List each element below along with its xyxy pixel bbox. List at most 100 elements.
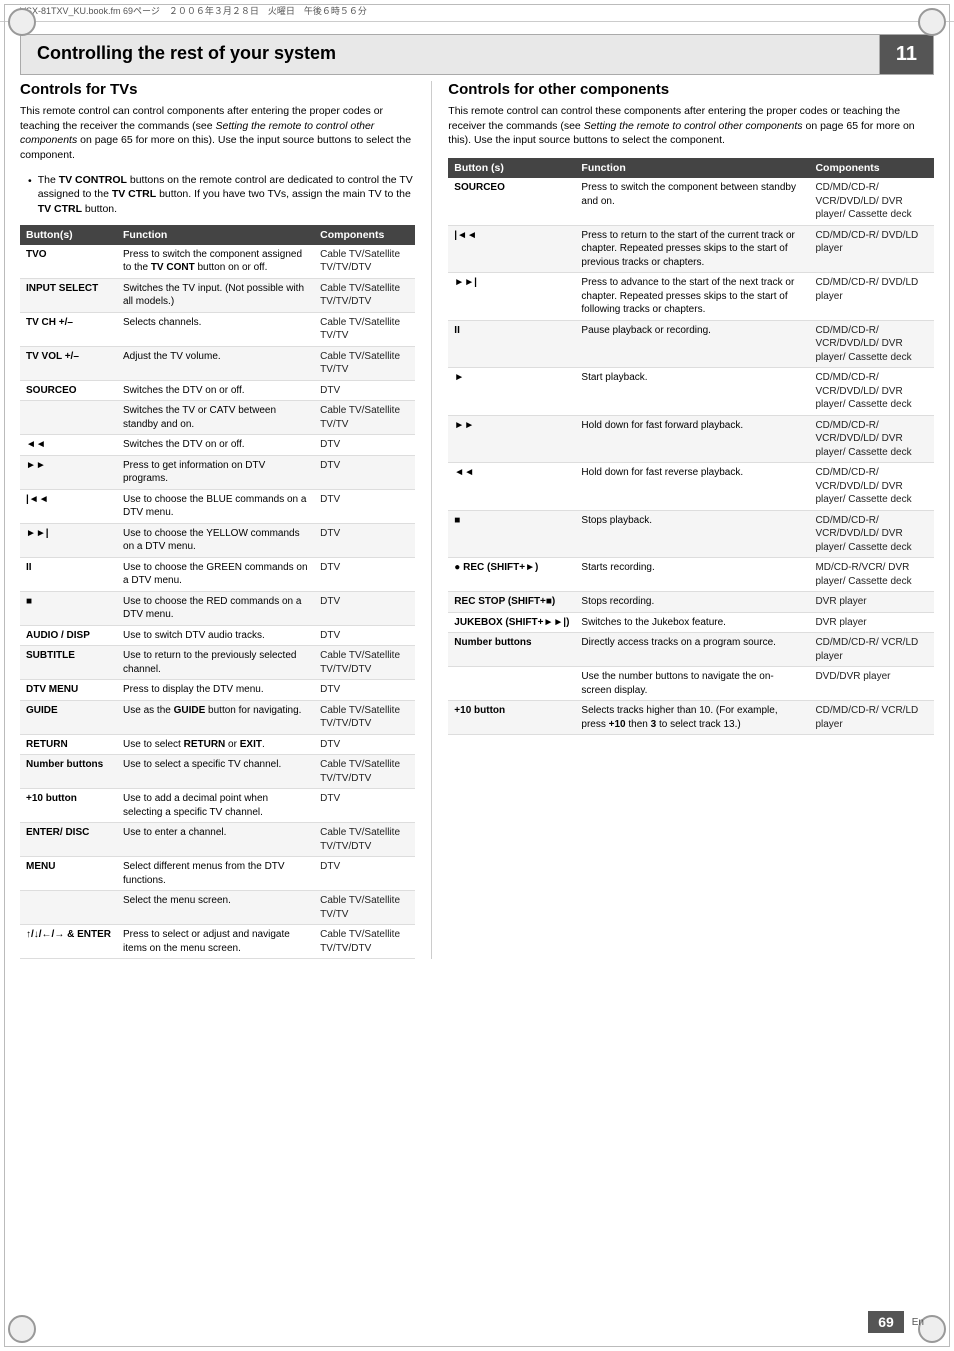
cell-function: Pause playback or recording.: [575, 320, 809, 368]
cell-function: Use to choose the RED commands on a DTV …: [117, 591, 314, 625]
cell-button: TVO: [20, 245, 117, 279]
cell-components: DVR player: [809, 612, 934, 633]
cell-components: DTV: [314, 489, 415, 523]
cell-button: SOURCEO: [20, 380, 117, 401]
table-row: TV VOL +/–Adjust the TV volume.Cable TV/…: [20, 346, 415, 380]
table-row: AUDIO / DISPUse to switch DTV audio trac…: [20, 625, 415, 646]
cell-button: [20, 891, 117, 925]
cell-components: CD/MD/CD-R/ VCR/DVD/LD/ DVR player/ Cass…: [809, 463, 934, 511]
table-row: TVOPress to switch the component assigne…: [20, 245, 415, 279]
cell-function: Stops recording.: [575, 592, 809, 613]
main-content: Controls for TVs This remote control can…: [0, 81, 954, 959]
cell-function: Press to select or adjust and navigate i…: [117, 925, 314, 959]
cell-button: |◄◄: [20, 489, 117, 523]
cell-components: Cable TV/Satellite TV/TV: [314, 891, 415, 925]
cell-components: DTV: [314, 734, 415, 755]
bullet-dot: •: [28, 174, 32, 217]
cell-button: ►►: [20, 455, 117, 489]
cell-function: Use to choose the GREEN commands on a DT…: [117, 557, 314, 591]
cell-components: DTV: [314, 557, 415, 591]
cell-button: ● REC (SHIFT+►): [448, 558, 575, 592]
col-header-function: Function: [117, 225, 314, 245]
cell-button: +10 button: [448, 701, 575, 735]
cell-function: Use to add a decimal point when selectin…: [117, 789, 314, 823]
cell-components: DTV: [314, 591, 415, 625]
col-header-components: Components: [809, 158, 934, 178]
cell-button: ►: [448, 368, 575, 416]
table-row: DTV MENUPress to display the DTV menu.DT…: [20, 680, 415, 701]
cell-function: Hold down for fast forward playback.: [575, 415, 809, 463]
cell-components: Cable TV/Satellite TV/TV/DTV: [314, 823, 415, 857]
left-section-description: This remote control can control componen…: [20, 104, 415, 163]
cell-function: Press to display the DTV menu.: [117, 680, 314, 701]
cell-function: Stops playback.: [575, 510, 809, 558]
table-row: ◄◄Switches the DTV on or off.DTV: [20, 435, 415, 456]
cell-function: Starts recording.: [575, 558, 809, 592]
cell-function: Use to select RETURN or EXIT.: [117, 734, 314, 755]
cell-components: Cable TV/Satellite TV/TV/DTV: [314, 646, 415, 680]
cell-components: DTV: [314, 523, 415, 557]
cell-components: DTV: [314, 455, 415, 489]
cell-button: +10 button: [20, 789, 117, 823]
col-header-function: Function: [575, 158, 809, 178]
table-row: INPUT SELECTSwitches the TV input. (Not …: [20, 278, 415, 312]
table-row: ◄◄Hold down for fast reverse playback.CD…: [448, 463, 934, 511]
cell-components: CD/MD/CD-R/ VCR/DVD/LD/ DVR player/ Cass…: [809, 415, 934, 463]
cell-function: Use to choose the YELLOW commands on a D…: [117, 523, 314, 557]
cell-function: Use to return to the previously selected…: [117, 646, 314, 680]
table-row: Number buttonsDirectly access tracks on …: [448, 633, 934, 667]
cell-components: CD/MD/CD-R/ DVD/LD player: [809, 225, 934, 273]
page-container: VSX-81TXV_KU.book.fm 69ページ ２００６年３月２８日 火曜…: [0, 0, 954, 1351]
cell-button: Number buttons: [448, 633, 575, 667]
cell-button: ◄◄: [20, 435, 117, 456]
col-header-button: Button(s): [20, 225, 117, 245]
table-row: SOURCEOPress to switch the component bet…: [448, 178, 934, 225]
cell-function: Press to switch the component assigned t…: [117, 245, 314, 279]
cell-components: CD/MD/CD-R/ VCR/LD player: [809, 701, 934, 735]
col-header-components: Components: [314, 225, 415, 245]
cell-button: INPUT SELECT: [20, 278, 117, 312]
table-row: SOURCEOSwitches the DTV on or off.DTV: [20, 380, 415, 401]
cell-components: Cable TV/Satellite TV/TV/DTV: [314, 700, 415, 734]
page-number-header: 11: [880, 35, 933, 74]
cell-button: SUBTITLE: [20, 646, 117, 680]
cell-function: Adjust the TV volume.: [117, 346, 314, 380]
table-row: ● REC (SHIFT+►)Starts recording.MD/CD-R/…: [448, 558, 934, 592]
table-header-row: Button (s) Function Components: [448, 158, 934, 178]
page-title: Controlling the rest of your system: [21, 35, 880, 74]
cell-button: Number buttons: [20, 755, 117, 789]
table-row: REC STOP (SHIFT+■)Stops recording.DVR pl…: [448, 592, 934, 613]
cell-button: DTV MENU: [20, 680, 117, 701]
table-row: TV CH +/–Selects channels.Cable TV/Satel…: [20, 312, 415, 346]
right-section-title: Controls for other components: [448, 81, 934, 98]
cell-components: DTV: [314, 857, 415, 891]
cell-components: CD/MD/CD-R/ VCR/DVD/LD/ DVR player/ Cass…: [809, 510, 934, 558]
cell-function: Switches the TV input. (Not possible wit…: [117, 278, 314, 312]
corner-tr: [918, 8, 946, 36]
footer-lang: En: [912, 1317, 924, 1328]
cell-components: DTV: [314, 680, 415, 701]
cell-button: [20, 401, 117, 435]
cell-button: [448, 667, 575, 701]
cell-button: JUKEBOX (SHIFT+►►|): [448, 612, 575, 633]
table-row: |◄◄Use to choose the BLUE commands on a …: [20, 489, 415, 523]
bullet-item: • The TV CONTROL buttons on the remote c…: [20, 173, 415, 217]
cell-function: Use to select a specific TV channel.: [117, 755, 314, 789]
cell-button: II: [448, 320, 575, 368]
cell-components: DVR player: [809, 592, 934, 613]
table-row: ►►|Use to choose the YELLOW commands on …: [20, 523, 415, 557]
right-column: Controls for other components This remot…: [431, 81, 934, 959]
table-row: +10 buttonUse to add a decimal point whe…: [20, 789, 415, 823]
table-row: MENUSelect different menus from the DTV …: [20, 857, 415, 891]
cell-function: Switches the TV or CATV between standby …: [117, 401, 314, 435]
cell-button: AUDIO / DISP: [20, 625, 117, 646]
cell-button: GUIDE: [20, 700, 117, 734]
cell-function: Select the menu screen.: [117, 891, 314, 925]
cell-button: REC STOP (SHIFT+■): [448, 592, 575, 613]
cell-function: Use to switch DTV audio tracks.: [117, 625, 314, 646]
table-row: ►►Press to get information on DTV progra…: [20, 455, 415, 489]
table-row: |◄◄Press to return to the start of the c…: [448, 225, 934, 273]
cell-function: Use the number buttons to navigate the o…: [575, 667, 809, 701]
cell-button: ENTER/ DISC: [20, 823, 117, 857]
cell-button: MENU: [20, 857, 117, 891]
